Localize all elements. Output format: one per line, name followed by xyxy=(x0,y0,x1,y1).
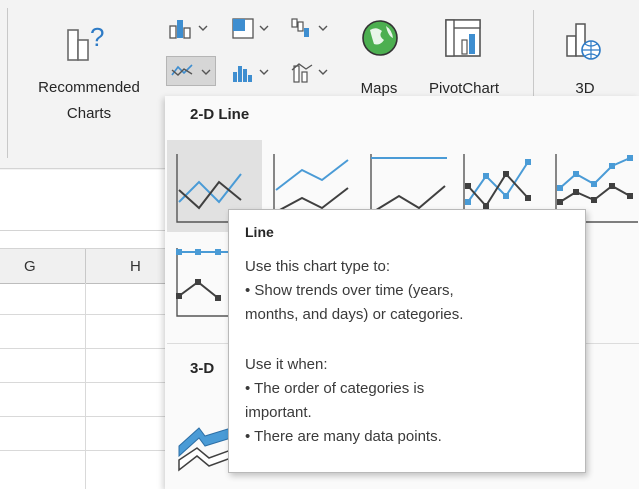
grid-line xyxy=(0,314,165,315)
grid-line xyxy=(85,283,86,489)
chart-type-tooltip: Line Use this chart type to: • Show tren… xyxy=(228,209,586,473)
section-3d-line: 3-D xyxy=(190,360,215,377)
column-chart-icon xyxy=(169,20,191,39)
pivotchart-icon xyxy=(445,19,481,57)
pivotchart-button[interactable]: PivotChart xyxy=(418,10,510,97)
combo-chart-button[interactable] xyxy=(288,58,336,86)
chevron-down-icon xyxy=(318,25,328,31)
maps-label: Maps xyxy=(360,80,398,97)
tooltip-line: important. xyxy=(245,404,312,421)
chevron-down-icon xyxy=(259,25,269,31)
chevron-down-icon xyxy=(201,69,211,75)
chevron-down-icon xyxy=(198,25,208,31)
statistic-chart-button[interactable] xyxy=(229,58,277,86)
maps-button[interactable]: Maps xyxy=(344,10,414,97)
recommended-charts-label-1: Recommended xyxy=(38,79,140,96)
line-chart-button[interactable] xyxy=(166,56,216,86)
3d-map-label: 3D xyxy=(575,80,595,97)
recommended-charts-icon: ? xyxy=(67,22,104,61)
tooltip-line: months, and days) or categories. xyxy=(245,306,464,323)
tooltip-line: • There are many data points. xyxy=(245,428,442,445)
column-header-row: G H xyxy=(0,248,165,284)
recommended-charts-label-2: Charts xyxy=(66,105,112,122)
100-stacked-line-with-markers-icon xyxy=(176,248,231,317)
maps-icon xyxy=(362,20,398,56)
waterfall-chart-icon xyxy=(291,18,309,37)
tooltip-title: Line xyxy=(245,224,274,240)
formula-bar-area xyxy=(0,180,165,231)
hierarchy-chart-icon xyxy=(232,18,254,39)
gallery-tile-100-stacked-line-with-markers[interactable] xyxy=(167,234,231,326)
combo-chart-icon xyxy=(291,63,313,83)
grid-line xyxy=(0,450,165,451)
tooltip-line: • The order of categories is xyxy=(245,380,425,397)
ribbon-separator xyxy=(7,8,8,158)
grid-line xyxy=(0,382,165,383)
tooltip-line: • Show trends over time (years, xyxy=(245,282,454,299)
column-chart-button[interactable] xyxy=(166,14,214,42)
svg-text:?: ? xyxy=(90,22,104,52)
ribbon-separator-2 xyxy=(533,10,534,96)
hierarchy-chart-button[interactable] xyxy=(229,14,277,42)
recommended-charts-button[interactable]: ? Recommended Charts xyxy=(14,10,164,160)
3d-line-icon xyxy=(178,427,231,472)
pivotchart-label: PivotChart xyxy=(428,80,500,97)
chevron-down-icon xyxy=(259,69,269,75)
statistic-chart-icon xyxy=(233,66,252,82)
column-header-h[interactable]: H xyxy=(130,258,141,275)
3d-map-icon xyxy=(566,23,601,60)
grid-line xyxy=(0,416,165,417)
chevron-down-icon xyxy=(318,69,328,75)
waterfall-chart-button[interactable] xyxy=(288,14,336,42)
column-divider xyxy=(85,249,86,283)
ribbon-bottom-border xyxy=(0,168,165,169)
grid-line xyxy=(0,348,165,349)
line-chart-icon xyxy=(171,64,193,76)
tooltip-line: Use this chart type to: xyxy=(245,258,391,275)
tooltip-line: Use it when: xyxy=(245,356,328,373)
gallery-tile-3d-line[interactable] xyxy=(167,390,231,482)
column-header-g[interactable]: G xyxy=(24,258,36,275)
section-2d-line: 2-D Line xyxy=(190,106,250,123)
3d-map-button[interactable]: 3D xyxy=(545,10,625,97)
